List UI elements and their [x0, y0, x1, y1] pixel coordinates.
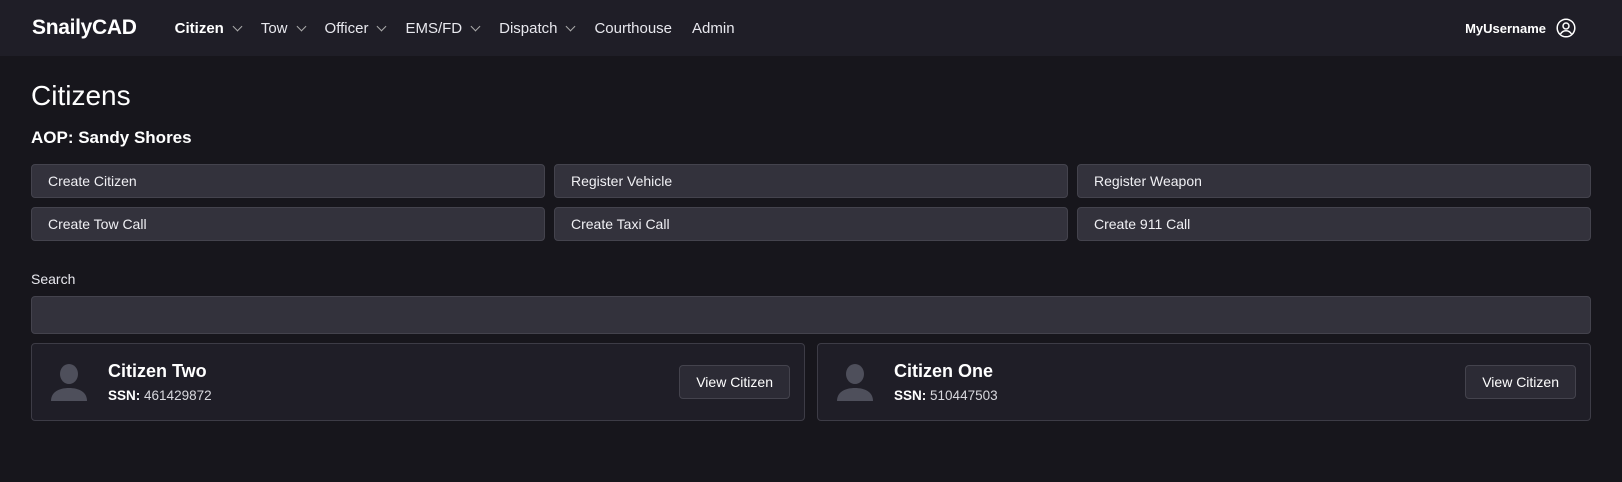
nav-label: Dispatch [499, 19, 558, 37]
chevron-down-icon [566, 21, 576, 31]
nav-label: Tow [260, 19, 288, 37]
chevron-down-icon [376, 21, 387, 31]
nav-officer[interactable]: Officer [324, 19, 387, 37]
nav-ems-fd[interactable]: EMS/FD [405, 19, 481, 37]
chevron-down-icon [470, 21, 481, 31]
main-content: Citizens AOP: Sandy Shores Create Citize… [0, 80, 1622, 421]
person-icon [837, 364, 873, 401]
register-weapon-button[interactable]: Register Weapon [1077, 164, 1591, 198]
create-tow-call-button[interactable]: Create Tow Call [31, 207, 545, 241]
citizen-card: Citizen Two SSN: 461429872 View Citizen [31, 343, 805, 421]
create-citizen-button[interactable]: Create Citizen [31, 164, 545, 198]
user-circle-icon [1556, 18, 1576, 38]
nav-label: Admin [692, 19, 735, 37]
ssn-value: 461429872 [144, 388, 212, 403]
person-icon [51, 364, 87, 401]
nav-label: Citizen [174, 19, 224, 37]
nav-label: Courthouse [594, 19, 673, 37]
aop-heading: AOP: Sandy Shores [31, 128, 192, 147]
register-vehicle-button[interactable]: Register Vehicle [554, 164, 1068, 198]
page-title: Citizens [31, 80, 131, 111]
nav-courthouse[interactable]: Courthouse [594, 20, 672, 37]
citizen-list: Citizen Two SSN: 461429872 View Citizen … [31, 343, 1591, 421]
create-911-call-button[interactable]: Create 911 Call [1077, 207, 1591, 241]
ssn-value: 510447503 [930, 388, 998, 403]
username: MyUsername [1465, 20, 1546, 36]
top-navbar: SnailyCAD Citizen Tow Officer EMS/FD Dis… [0, 0, 1622, 56]
chevron-down-icon [232, 21, 243, 31]
citizen-card: Citizen One SSN: 510447503 View Citizen [817, 343, 1591, 421]
user-menu[interactable]: MyUsername [1465, 18, 1576, 38]
ssn-label: SSN: [894, 388, 927, 403]
citizen-ssn: SSN: 510447503 [894, 388, 998, 403]
nav-dispatch[interactable]: Dispatch [499, 19, 576, 37]
nav-citizen[interactable]: Citizen [174, 19, 243, 37]
nav-label: Officer [324, 19, 369, 37]
view-citizen-button[interactable]: View Citizen [1465, 365, 1576, 399]
nav-label: EMS/FD [405, 19, 463, 37]
nav-admin[interactable]: Admin [692, 20, 735, 37]
search-label: Search [31, 271, 76, 287]
nav-tow[interactable]: Tow [260, 19, 306, 37]
citizen-name: Citizen Two [108, 361, 207, 381]
search-input[interactable] [31, 296, 1591, 334]
citizen-name: Citizen One [894, 361, 994, 381]
brand-logo[interactable]: SnailyCAD [32, 16, 137, 40]
chevron-down-icon [296, 21, 306, 31]
action-buttons: Create Citizen Register Vehicle Register… [31, 164, 1591, 241]
create-taxi-call-button[interactable]: Create Taxi Call [554, 207, 1068, 241]
citizen-ssn: SSN: 461429872 [108, 388, 212, 403]
ssn-label: SSN: [108, 388, 141, 403]
view-citizen-button[interactable]: View Citizen [679, 365, 790, 399]
